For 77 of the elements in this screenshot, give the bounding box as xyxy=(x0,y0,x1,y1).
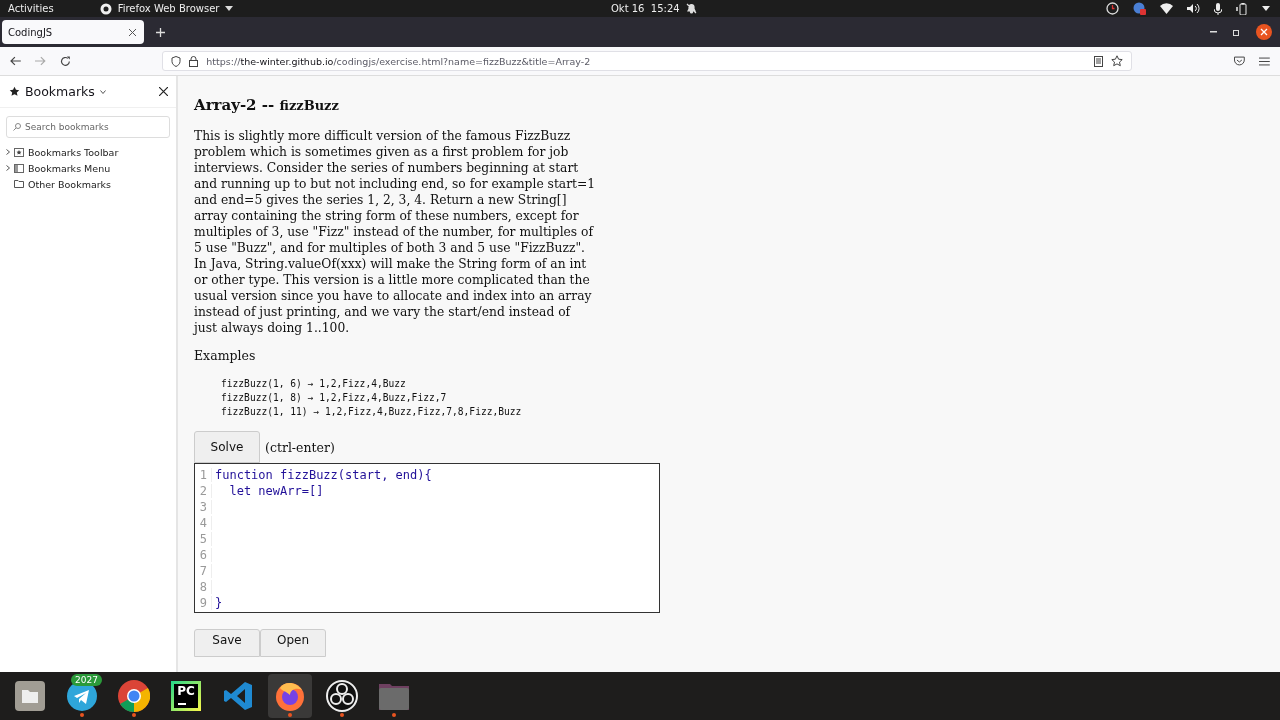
chevron-down-icon[interactable] xyxy=(99,89,106,94)
example-line: fizzBuzz(1, 11) → 1,2,Fizz,4,Buzz,Fizz,7,8,Fizz,Buzz xyxy=(221,405,523,419)
caret-icon xyxy=(225,6,234,11)
line-number: 2 xyxy=(195,484,212,498)
dock-item[interactable]: 2027 xyxy=(60,674,104,718)
tab-title: CodingJS xyxy=(8,26,53,38)
line-number: 3 xyxy=(195,500,212,514)
bookmark-folder[interactable]: Bookmarks Menu xyxy=(28,162,111,174)
line-number: 4 xyxy=(195,516,212,530)
line-number: 5 xyxy=(195,532,212,546)
line-number: 9 xyxy=(195,596,212,610)
menu-folder-icon xyxy=(14,163,24,173)
chevron-right-icon[interactable] xyxy=(6,165,10,171)
examples-heading: Examples xyxy=(194,348,257,363)
pocket-icon[interactable] xyxy=(1234,56,1246,66)
line-number: 8 xyxy=(195,580,212,594)
wifi-icon[interactable] xyxy=(1160,3,1173,14)
example-line: fizzBuzz(1, 8) → 1,2,Fizz,4,Buzz,Fizz,7 xyxy=(221,391,448,405)
line-number: 6 xyxy=(195,548,212,562)
problem-description: This is slightly more difficult version of the famous FizzBuzz problem which is sometimes given as a first problem for job interviews. Consider the series of numbers beginning at start and running up to but not including end, so for example start=1 and end=5 gives the series 1, 2, 3, 4. Return a new String[] array containing the string form of these numbers, except for multiples of 3, use "Fizz" instead of the number, for multiples of 5 use "Buzz", and for multiples of both 3 and 5 use "FizzBuzz". In Java, String.valueOf(xxx) will make the String form of an int or other type. This version is a little more complicated than the usual version since you have to allocate and index into an array instead of just printing, and we vary the start/end instead of just always doing 1..100. xyxy=(194,128,596,336)
app-menu[interactable]: Firefox Web Browser xyxy=(117,3,220,14)
line-number: 7 xyxy=(195,564,212,578)
chevron-right-icon[interactable] xyxy=(6,149,10,155)
app-tray-icon[interactable] xyxy=(1133,2,1146,15)
caret-icon[interactable] xyxy=(1262,6,1270,11)
sidebar-title[interactable]: Bookmarks xyxy=(25,84,95,99)
close-icon[interactable] xyxy=(159,87,168,96)
battery-icon[interactable] xyxy=(1236,2,1248,15)
back-icon[interactable] xyxy=(10,56,21,66)
code-line: } xyxy=(214,596,223,610)
browser-tab[interactable]: CodingJS xyxy=(2,20,144,44)
clock[interactable]: Okt 16 15:24 xyxy=(611,3,680,14)
lock-icon xyxy=(189,55,199,67)
shortcut-hint: (ctrl-enter) xyxy=(265,439,335,455)
bookmark-folder[interactable]: Bookmarks Toolbar xyxy=(28,146,119,158)
dock-item[interactable]: PC xyxy=(164,674,208,718)
star-icon xyxy=(9,86,20,97)
toolbar-folder-icon xyxy=(14,147,24,157)
reload-icon[interactable] xyxy=(59,55,71,67)
close-icon[interactable] xyxy=(129,28,136,36)
exercise-name: fizzBuzz xyxy=(279,98,339,113)
chrome-icon xyxy=(118,680,150,712)
url-text: https://the-winter.github.io/codingjs/exercise.html?name=fizzBuzz&title=Array-2 xyxy=(206,55,591,67)
code-line: let newArr=[] xyxy=(228,484,324,498)
folder-icon xyxy=(14,180,24,188)
solve-button[interactable]: Solve xyxy=(194,431,260,463)
notification-badge: 2027 xyxy=(71,674,102,686)
close-icon[interactable] xyxy=(1256,24,1272,40)
clock-app-icon[interactable] xyxy=(1106,2,1119,15)
new-tab-icon[interactable] xyxy=(156,27,165,37)
exercise-title: Array-2 -- xyxy=(194,96,275,114)
file-manager-icon xyxy=(15,681,45,711)
line-number: 1 xyxy=(195,468,212,482)
editor-button[interactable]: Open xyxy=(260,629,326,657)
example-line: fizzBuzz(1, 6) → 1,2,Fizz,4,Buzz xyxy=(221,377,407,391)
search-icon xyxy=(13,123,21,131)
volume-icon[interactable] xyxy=(1187,3,1200,14)
minimize-icon[interactable] xyxy=(1210,31,1217,33)
code-editor[interactable]: 1 function fizzBuzz(start, end){ 2 let newArr=[] 3 4 5 6 7 8 9 } xyxy=(194,463,660,613)
shield-icon xyxy=(171,55,182,67)
search-field[interactable]: Search bookmarks xyxy=(6,116,170,138)
dock-item[interactable] xyxy=(268,674,312,718)
pycharm-icon: PC xyxy=(171,681,201,711)
restore-icon[interactable] xyxy=(1233,28,1240,36)
code-editor-icon xyxy=(223,681,253,711)
star-icon[interactable] xyxy=(1111,55,1124,67)
code-line: function fizzBuzz(start, end){ xyxy=(214,468,432,482)
reader-view-icon[interactable] xyxy=(1094,55,1104,67)
menu-icon[interactable] xyxy=(1259,56,1271,66)
editor-button[interactable]: Save xyxy=(194,629,260,657)
bookmark-folder[interactable]: Other Bookmarks xyxy=(28,178,112,190)
obs-icon xyxy=(326,680,358,712)
activities-button[interactable]: Activities xyxy=(8,3,54,14)
folder-icon xyxy=(379,682,409,710)
address-bar[interactable]: https://the-winter.github.io/codingjs/exercise.html?name=fizzBuzz&title=Array-2 xyxy=(162,51,1133,71)
microphone-icon[interactable] xyxy=(1214,2,1222,15)
bell-muted-icon xyxy=(685,3,697,14)
